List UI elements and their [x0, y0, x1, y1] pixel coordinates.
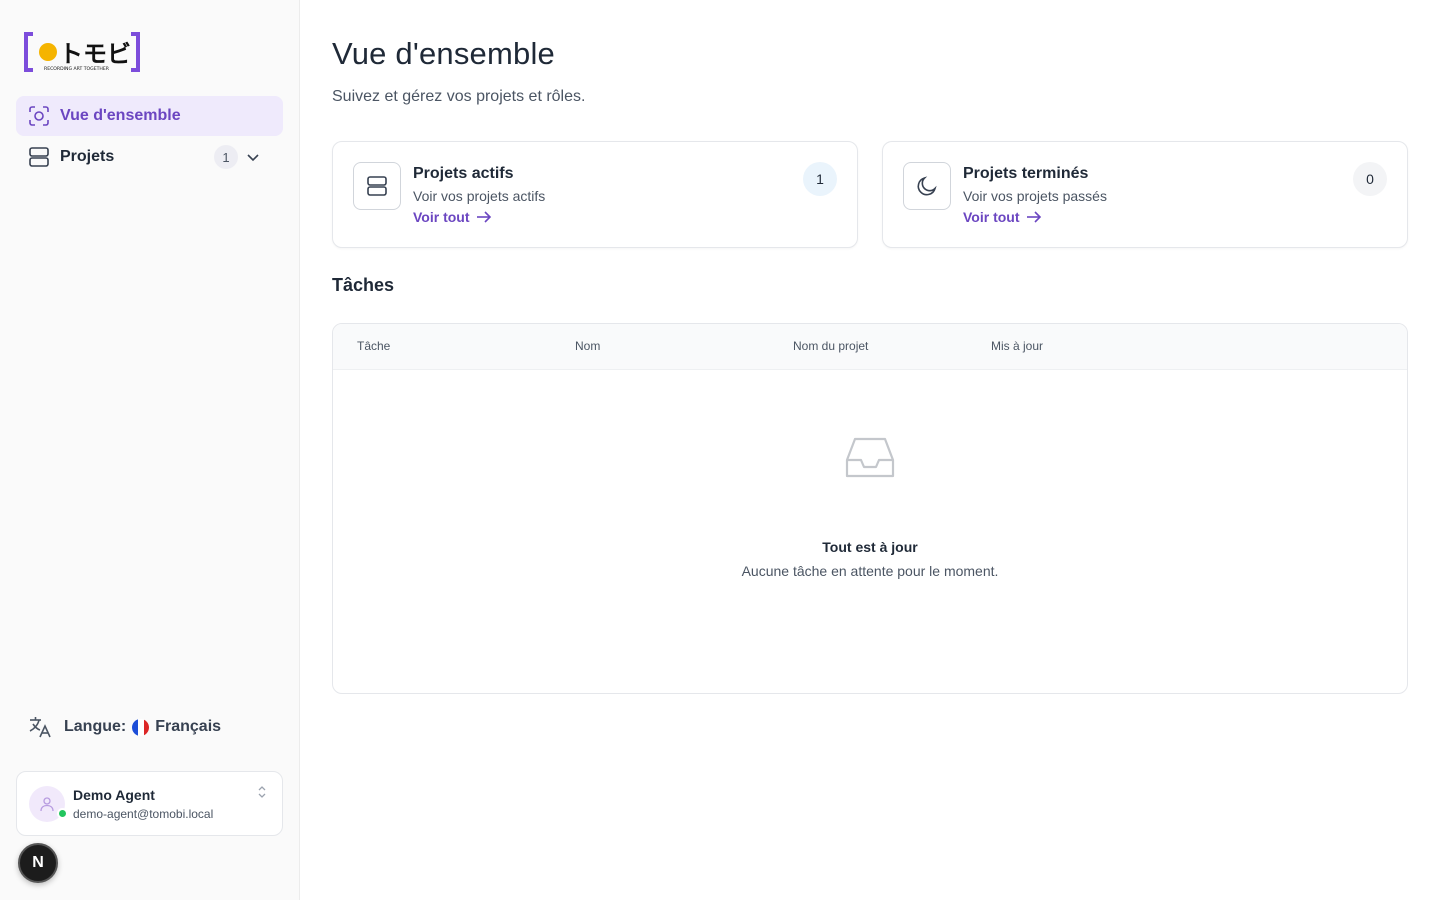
column-header-task[interactable]: Tâche	[357, 339, 390, 353]
logo-text: トモビ	[59, 40, 131, 68]
column-header-updated[interactable]: Mis à jour	[991, 339, 1043, 353]
column-header-project-name[interactable]: Nom du projet	[793, 339, 868, 353]
active-projects-card: Projets actifs Voir vos projets actifs V…	[332, 141, 858, 248]
chevrons-up-down-icon[interactable]	[256, 784, 268, 800]
tomobi-logo[interactable]: トモビ RECORDING ART TOGETHER	[24, 32, 140, 72]
language-value: Français	[155, 718, 222, 735]
tasks-heading: Tâches	[332, 275, 395, 295]
sidebar-item-projects[interactable]: Projets 1	[16, 137, 283, 177]
dev-tools-button[interactable]: N	[18, 843, 58, 883]
column-header-name[interactable]: Nom	[575, 339, 600, 353]
arrow-right-icon	[476, 211, 491, 223]
arrow-right-icon	[1026, 211, 1041, 223]
sidebar-item-overview[interactable]: Vue d'ensemble	[16, 96, 283, 136]
online-status-indicator	[57, 808, 68, 819]
france-flag-icon	[132, 718, 150, 736]
language-selector[interactable]: Langue: Français	[28, 715, 221, 739]
user-menu[interactable]: Demo Agent demo-agent@tomobi.local	[16, 771, 283, 836]
completed-projects-card: Projets terminés Voir vos projets passés…	[882, 141, 1408, 248]
stack-icon	[353, 162, 401, 210]
view-all-completed-link[interactable]: Voir tout	[963, 209, 1042, 225]
moon-icon	[903, 162, 951, 210]
view-all-active-link[interactable]: Voir tout	[413, 209, 492, 225]
tasks-table: Tâche Nom Nom du projet Mis à jour Tout …	[332, 323, 1408, 694]
user-name: Demo Agent	[73, 787, 155, 803]
card-title: Projets terminés	[963, 165, 1089, 182]
active-projects-count: 1	[803, 162, 837, 196]
chevron-down-icon[interactable]	[242, 146, 264, 168]
logo-tagline: RECORDING ART TOGETHER	[44, 66, 110, 72]
table-header: Tâche Nom Nom du projet Mis à jour	[333, 324, 1407, 370]
completed-projects-count: 0	[1353, 162, 1387, 196]
page-subtitle: Suivez et gérez vos projets et rôles.	[332, 88, 586, 105]
page-title: Vue d'ensemble	[332, 36, 555, 71]
translate-icon	[28, 715, 52, 739]
projects-icon	[28, 146, 50, 168]
link-label: Voir tout	[413, 209, 470, 225]
card-title: Projets actifs	[413, 165, 514, 182]
overview-icon	[28, 105, 50, 127]
empty-state-title: Tout est à jour	[822, 539, 918, 555]
link-label: Voir tout	[963, 209, 1020, 225]
card-description: Voir vos projets passés	[963, 188, 1107, 204]
sidebar-item-label: Vue d'ensemble	[60, 107, 181, 124]
language-label: Langue:	[64, 718, 127, 735]
main-content: Vue d'ensemble Suivez et gérez vos proje…	[300, 0, 1440, 900]
projects-count-badge: 1	[214, 145, 238, 169]
card-description: Voir vos projets actifs	[413, 188, 546, 204]
inbox-icon	[845, 436, 895, 480]
sidebar: トモビ RECORDING ART TOGETHER Vue d'ensembl…	[0, 0, 300, 900]
sidebar-item-label: Projets	[60, 148, 115, 165]
empty-state-description: Aucune tâche en attente pour le moment.	[741, 563, 999, 579]
user-email: demo-agent@tomobi.local	[73, 807, 214, 821]
